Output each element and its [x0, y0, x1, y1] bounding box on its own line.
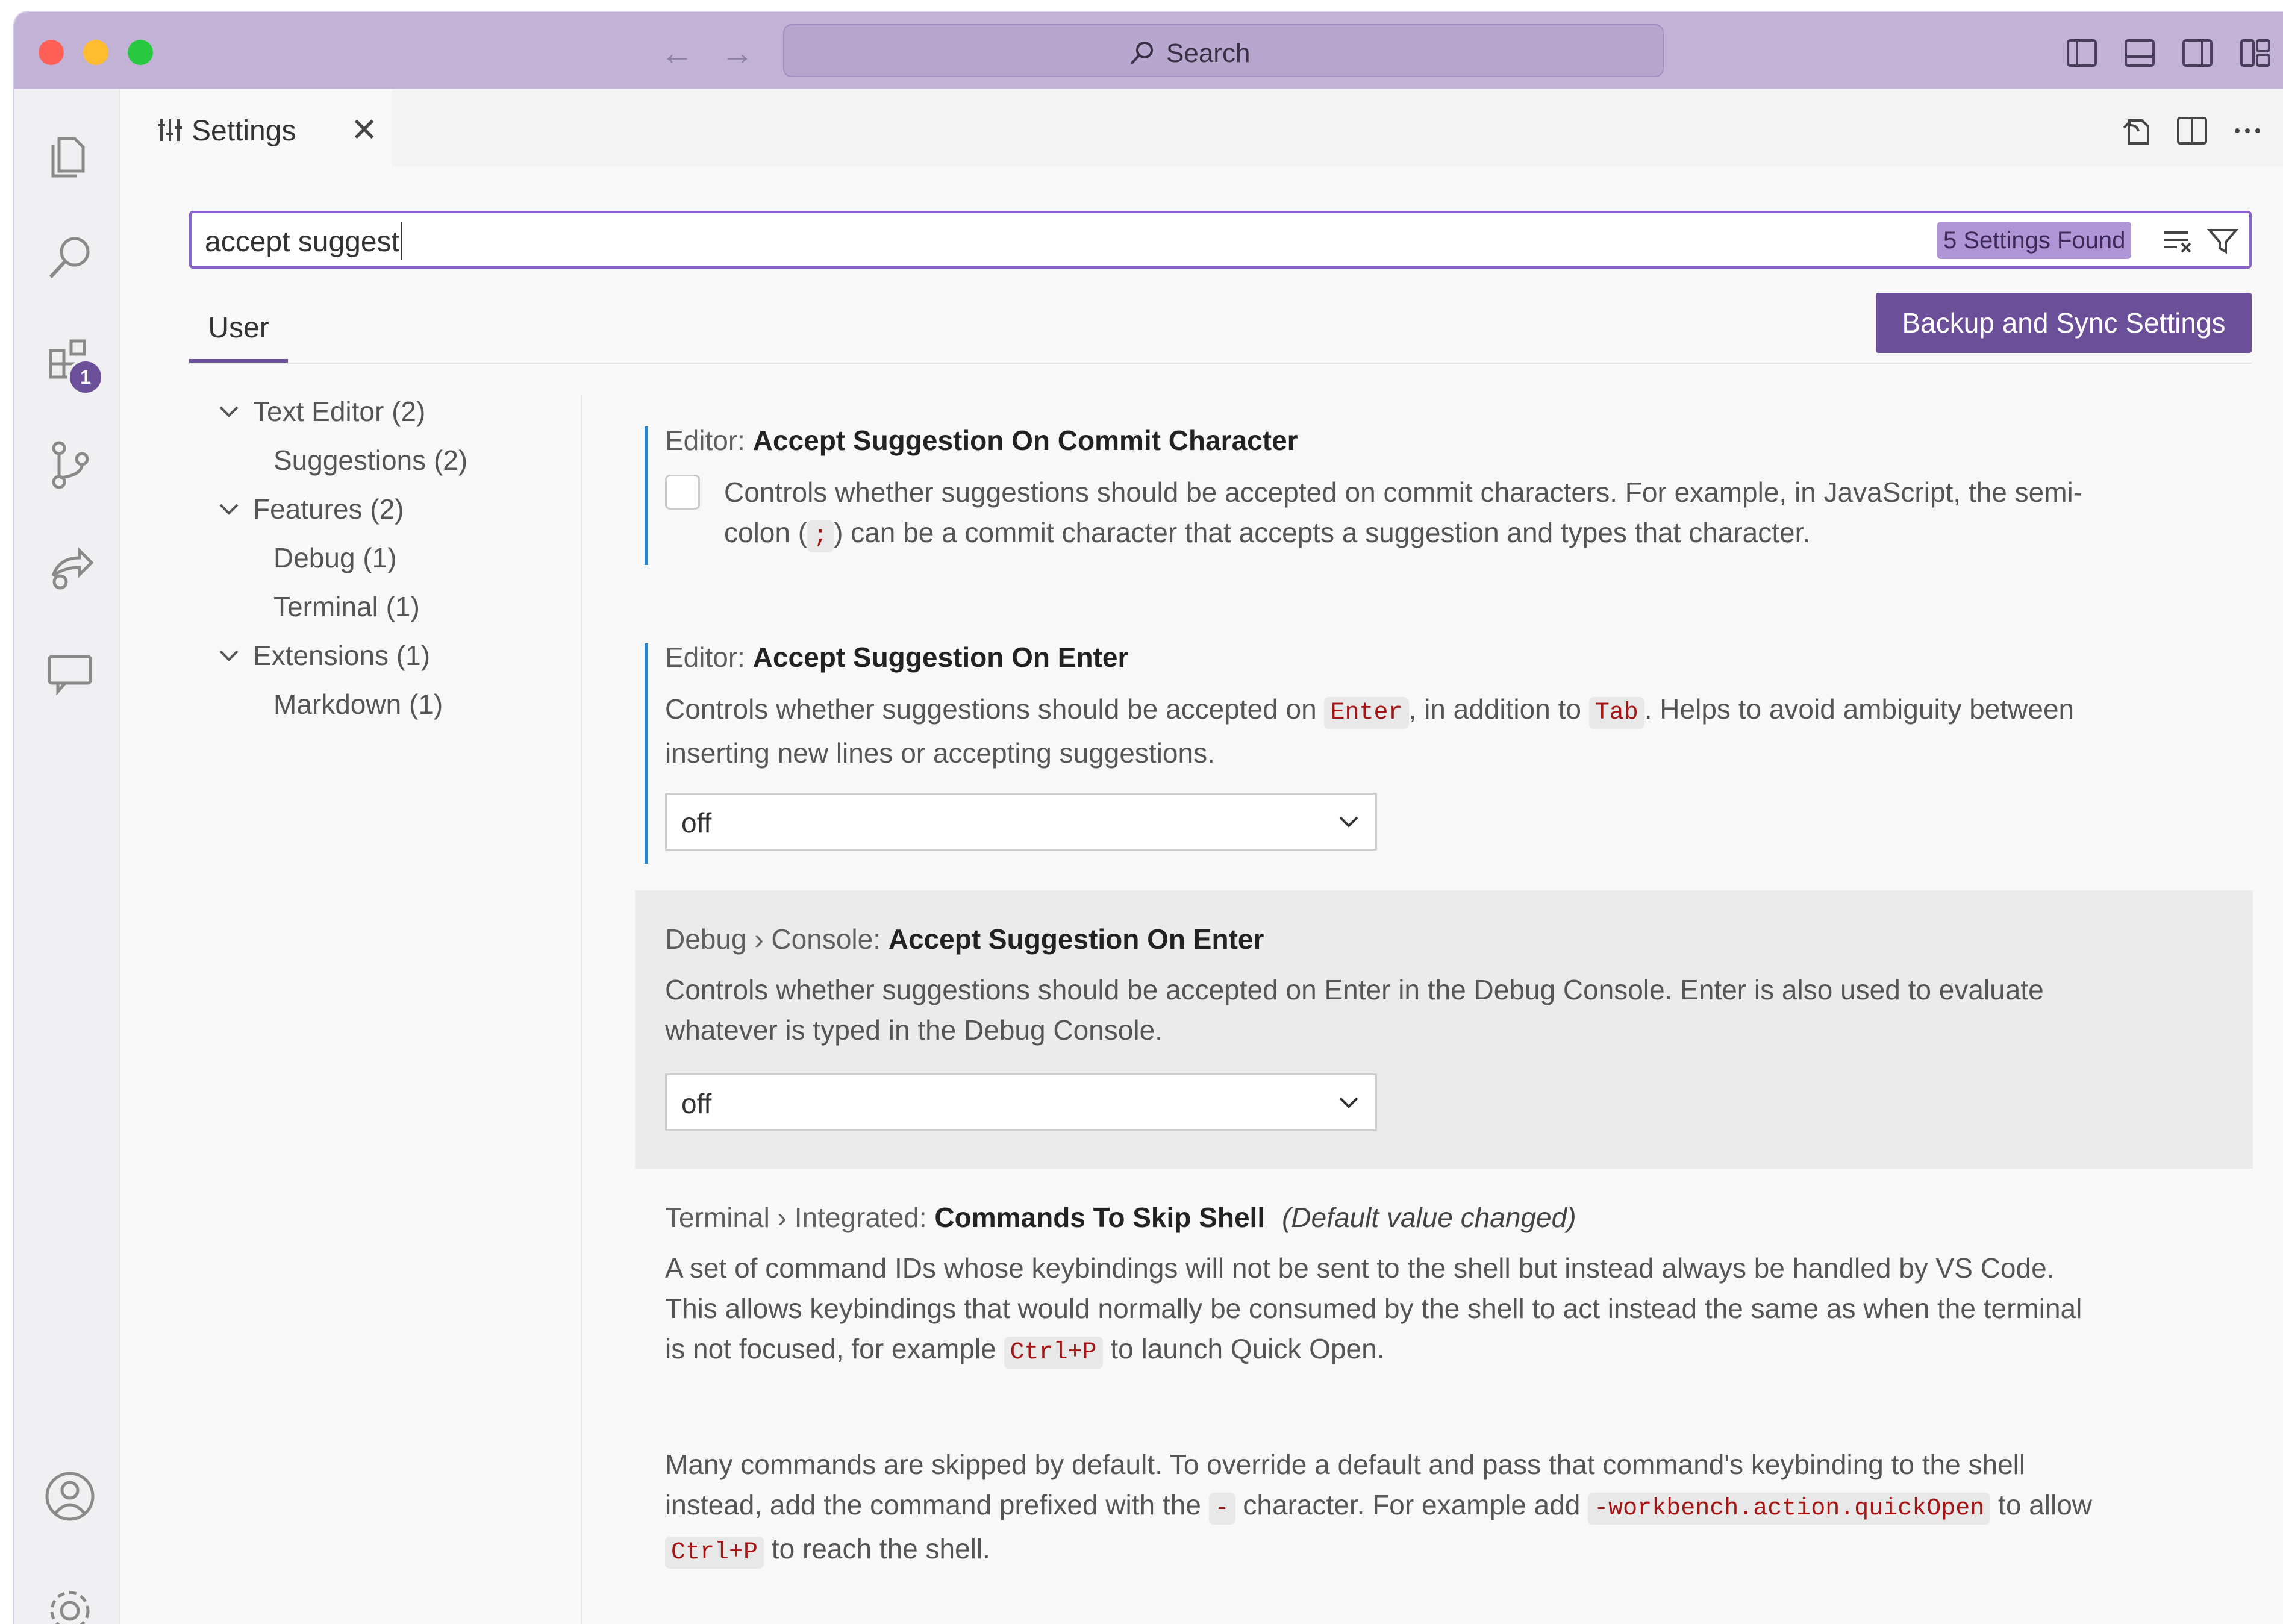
filter-icon[interactable] — [2207, 226, 2238, 255]
setting-description: Controls whether suggestions should be a… — [724, 472, 2242, 557]
setting-description: A set of command IDs whose keybindings w… — [665, 1248, 2243, 1373]
setting-title: Terminal › Integrated: Commands To Skip … — [665, 1202, 1576, 1233]
setting-description: Controls whether suggestions should be a… — [665, 693, 2075, 769]
toc-label: Features (2) — [253, 493, 404, 525]
setting-description: Controls whether suggestions should be a… — [665, 974, 2044, 1046]
maximize-window-button[interactable] — [128, 40, 153, 65]
select-value: off — [681, 807, 712, 839]
toc-item-suggestions[interactable]: Suggestions (2) — [273, 444, 467, 476]
toggle-primary-sidebar-icon[interactable] — [2066, 39, 2097, 67]
open-settings-json-icon[interactable] — [2120, 114, 2153, 147]
accept-suggestion-on-enter-select[interactable]: off — [665, 793, 1377, 851]
settings-search-input[interactable]: accept suggest 5 Settings Found — [189, 211, 2252, 269]
toc-item-markdown[interactable]: Markdown (1) — [273, 688, 443, 720]
settings-found-badge: 5 Settings Found — [1937, 222, 2132, 259]
default-value-changed-label: (Default value changed) — [1282, 1202, 1576, 1233]
chevron-down-icon — [219, 406, 239, 417]
editor-tab-bar: Settings ✕ — [120, 89, 2283, 166]
toc-item-features[interactable]: Features (2) — [217, 493, 404, 525]
chevron-down-icon — [219, 650, 239, 661]
text-caret — [401, 222, 402, 260]
toggle-secondary-sidebar-icon[interactable] — [2182, 39, 2213, 67]
toc-label: Text Editor (2) — [253, 396, 426, 427]
setting-title: Editor: Accept Suggestion On Commit Char… — [665, 425, 1298, 456]
back-arrow-icon[interactable]: ← — [660, 36, 694, 70]
setting-accept-suggestion-on-commit-character: Editor: Accept Suggestion On Commit Char… — [635, 412, 2253, 565]
backup-and-sync-button[interactable]: Backup and Sync Settings — [1876, 293, 2252, 353]
modified-indicator — [645, 426, 648, 565]
commit-character-checkbox[interactable] — [665, 475, 700, 510]
remote-explorer-icon[interactable] — [41, 643, 99, 701]
toc-divider — [581, 395, 582, 1624]
minimize-window-button[interactable] — [83, 40, 108, 65]
toc-item-text-editor[interactable]: Text Editor (2) — [217, 395, 425, 428]
explorer-icon[interactable] — [41, 125, 99, 183]
setting-title: Debug › Console: Accept Suggestion On En… — [665, 923, 1264, 955]
tab-label: Settings — [192, 115, 296, 147]
setting-debug-console-accept-suggestion-on-enter: Debug › Console: Accept Suggestion On En… — [635, 890, 2253, 1169]
toc-item-extensions[interactable]: Extensions (1) — [217, 639, 430, 672]
search-icon — [1130, 42, 1153, 65]
setting-commands-to-skip-shell: Terminal › Integrated: Commands To Skip … — [635, 1167, 2253, 1624]
more-actions-icon[interactable] — [2231, 114, 2264, 147]
chevron-down-icon — [219, 504, 239, 515]
forward-arrow-icon[interactable]: → — [720, 36, 754, 70]
search-label: Search — [1166, 39, 1251, 68]
chevron-down-icon — [1339, 1097, 1358, 1108]
search-icon[interactable] — [41, 229, 99, 287]
toc-label: Extensions (1) — [253, 640, 431, 671]
close-icon[interactable]: ✕ — [351, 111, 378, 149]
chevron-down-icon — [1339, 816, 1358, 828]
activity-bar: 1 — [14, 89, 120, 1624]
toggle-panel-icon[interactable] — [2124, 39, 2155, 67]
debug-console-accept-suggestion-select[interactable]: off — [665, 1073, 1377, 1131]
manage-gear-icon[interactable] — [41, 1582, 99, 1624]
title-bar: ← → Search — [14, 12, 2283, 89]
clear-search-icon[interactable] — [2161, 226, 2195, 255]
app-root: ← → Search 1 Settings ✕ accept suggest 5… — [0, 0, 2283, 1624]
split-editor-icon[interactable] — [2176, 114, 2208, 147]
setting-description-continued: Many commands are skipped by default. To… — [665, 1444, 2243, 1573]
source-control-icon[interactable] — [41, 436, 99, 494]
close-window-button[interactable] — [39, 40, 64, 65]
modified-indicator — [645, 643, 648, 864]
toc-item-debug[interactable]: Debug (1) — [273, 542, 397, 574]
setting-accept-suggestion-on-enter: Editor: Accept Suggestion On Enter Contr… — [635, 629, 2253, 864]
setting-title: Editor: Accept Suggestion On Enter — [665, 642, 1129, 673]
toc-item-terminal[interactable]: Terminal (1) — [273, 590, 420, 623]
vscode-window: ← → Search 1 Settings ✕ accept suggest 5… — [14, 12, 2283, 1624]
command-center-search[interactable]: Search — [783, 24, 1664, 77]
accounts-icon[interactable] — [41, 1467, 99, 1525]
tab-user-scope[interactable]: User — [189, 295, 288, 363]
scope-divider — [189, 363, 2252, 364]
run-debug-icon[interactable] — [41, 540, 99, 598]
select-value: off — [681, 1088, 712, 1119]
settings-sliders-icon — [158, 119, 182, 141]
tab-settings[interactable]: Settings ✕ — [120, 89, 392, 166]
customize-layout-icon[interactable] — [2240, 39, 2271, 67]
search-query: accept suggest — [205, 226, 399, 258]
extensions-badge: 1 — [67, 359, 104, 395]
